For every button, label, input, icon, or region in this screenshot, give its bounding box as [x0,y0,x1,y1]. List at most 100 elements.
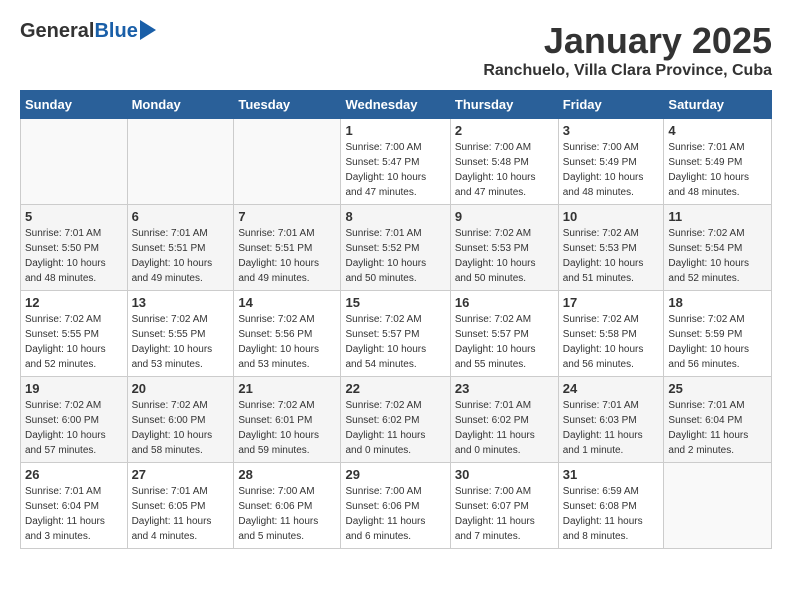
day-number: 28 [238,467,336,482]
calendar-week-row: 1 Sunrise: 7:00 AM Sunset: 5:47 PM Daylig… [21,119,772,205]
calendar-cell: 30Sunrise: 7:00 AM Sunset: 6:07 PM Dayli… [450,463,558,549]
day-number: 10 [563,209,660,224]
day-number: 2 [455,123,554,138]
calendar-cell: 19 Sunrise: 7:02 AM Sunset: 6:00 PM Dayli… [21,377,128,463]
calendar-cell: 8 Sunrise: 7:01 AM Sunset: 5:52 PM Daylig… [341,205,450,291]
day-info: Sunrise: 7:02 AM Sunset: 6:01 PM Dayligh… [238,398,336,458]
weekday-header-sunday: Sunday [21,91,128,119]
day-number: 29 [345,467,445,482]
day-info: Sunrise: 7:02 AM Sunset: 5:53 PM Dayligh… [455,226,554,286]
day-number: 7 [238,209,336,224]
calendar-cell: 29 Sunrise: 7:00 AM Sunset: 6:06 PM Dayli… [341,463,450,549]
calendar-cell: 2 Sunrise: 7:00 AM Sunset: 5:48 PM Daylig… [450,119,558,205]
calendar-cell: 14 Sunrise: 7:02 AM Sunset: 5:56 PM Dayli… [234,291,341,377]
day-number: 27 [132,467,230,482]
calendar-cell: 15 Sunrise: 7:02 AM Sunset: 5:57 PM Dayli… [341,291,450,377]
day-info: Sunrise: 7:00 AM Sunset: 6:06 PM Dayligh… [238,484,336,544]
page-header: General Blue January 2025 Ranchuelo, Vil… [20,20,772,80]
calendar-cell: 1 Sunrise: 7:00 AM Sunset: 5:47 PM Daylig… [341,119,450,205]
calendar-week-row: 5Sunrise: 7:01 AM Sunset: 5:50 PM Daylig… [21,205,772,291]
day-number: 19 [25,381,123,396]
calendar-cell: 27 Sunrise: 7:01 AM Sunset: 6:05 PM Dayli… [127,463,234,549]
day-number: 31 [563,467,660,482]
day-number: 3 [563,123,660,138]
calendar-cell: 4 Sunrise: 7:01 AM Sunset: 5:49 PM Daylig… [664,119,772,205]
day-number: 11 [668,209,767,224]
day-number: 24 [563,381,660,396]
logo-arrow-icon [140,20,156,40]
day-number: 14 [238,295,336,310]
day-info: Sunrise: 7:02 AM Sunset: 5:59 PM Dayligh… [668,312,767,372]
day-info: Sunrise: 7:02 AM Sunset: 5:58 PM Dayligh… [563,312,660,372]
calendar-cell: 23Sunrise: 7:01 AM Sunset: 6:02 PM Dayli… [450,377,558,463]
calendar-cell: 6Sunrise: 7:01 AM Sunset: 5:51 PM Daylig… [127,205,234,291]
location-subtitle: Ranchuelo, Villa Clara Province, Cuba [483,62,772,80]
day-number: 22 [345,381,445,396]
day-number: 26 [25,467,123,482]
calendar-cell: 13 Sunrise: 7:02 AM Sunset: 5:55 PM Dayli… [127,291,234,377]
day-number: 20 [132,381,230,396]
day-info: Sunrise: 7:02 AM Sunset: 6:00 PM Dayligh… [25,398,123,458]
calendar-cell: 25 Sunrise: 7:01 AM Sunset: 6:04 PM Dayli… [664,377,772,463]
weekday-header-row: SundayMondayTuesdayWednesdayThursdayFrid… [21,91,772,119]
logo-blue-text: Blue [94,20,137,43]
day-number: 12 [25,295,123,310]
day-info: Sunrise: 7:02 AM Sunset: 5:57 PM Dayligh… [345,312,445,372]
calendar-cell: 7Sunrise: 7:01 AM Sunset: 5:51 PM Daylig… [234,205,341,291]
calendar-cell: 9 Sunrise: 7:02 AM Sunset: 5:53 PM Daylig… [450,205,558,291]
day-info: Sunrise: 7:02 AM Sunset: 5:55 PM Dayligh… [132,312,230,372]
calendar-cell [21,119,128,205]
day-info: Sunrise: 7:01 AM Sunset: 5:49 PM Dayligh… [668,140,767,200]
calendar-cell: 10 Sunrise: 7:02 AM Sunset: 5:53 PM Dayli… [558,205,664,291]
day-info: Sunrise: 6:59 AM Sunset: 6:08 PM Dayligh… [563,484,660,544]
calendar-cell: 18 Sunrise: 7:02 AM Sunset: 5:59 PM Dayli… [664,291,772,377]
calendar-cell [127,119,234,205]
calendar-cell: 20 Sunrise: 7:02 AM Sunset: 6:00 PM Dayli… [127,377,234,463]
day-number: 23 [455,381,554,396]
day-number: 15 [345,295,445,310]
calendar-cell: 3 Sunrise: 7:00 AM Sunset: 5:49 PM Daylig… [558,119,664,205]
weekday-header-tuesday: Tuesday [234,91,341,119]
calendar-cell: 16Sunrise: 7:02 AM Sunset: 5:57 PM Dayli… [450,291,558,377]
day-number: 17 [563,295,660,310]
calendar-cell: 24Sunrise: 7:01 AM Sunset: 6:03 PM Dayli… [558,377,664,463]
weekday-header-saturday: Saturday [664,91,772,119]
day-info: Sunrise: 7:01 AM Sunset: 6:04 PM Dayligh… [668,398,767,458]
calendar-week-row: 26 Sunrise: 7:01 AM Sunset: 6:04 PM Dayli… [21,463,772,549]
logo: General Blue [20,20,156,43]
calendar-cell: 28 Sunrise: 7:00 AM Sunset: 6:06 PM Dayli… [234,463,341,549]
weekday-header-monday: Monday [127,91,234,119]
day-number: 21 [238,381,336,396]
day-info: Sunrise: 7:00 AM Sunset: 6:06 PM Dayligh… [345,484,445,544]
weekday-header-wednesday: Wednesday [341,91,450,119]
day-number: 18 [668,295,767,310]
day-info: Sunrise: 7:02 AM Sunset: 5:53 PM Dayligh… [563,226,660,286]
calendar-cell: 11Sunrise: 7:02 AM Sunset: 5:54 PM Dayli… [664,205,772,291]
day-info: Sunrise: 7:02 AM Sunset: 6:00 PM Dayligh… [132,398,230,458]
day-info: Sunrise: 7:01 AM Sunset: 6:04 PM Dayligh… [25,484,123,544]
day-info: Sunrise: 7:02 AM Sunset: 5:56 PM Dayligh… [238,312,336,372]
day-info: Sunrise: 7:02 AM Sunset: 5:55 PM Dayligh… [25,312,123,372]
weekday-header-friday: Friday [558,91,664,119]
day-number: 4 [668,123,767,138]
calendar-cell: 17 Sunrise: 7:02 AM Sunset: 5:58 PM Dayli… [558,291,664,377]
day-info: Sunrise: 7:00 AM Sunset: 5:49 PM Dayligh… [563,140,660,200]
calendar-cell [664,463,772,549]
day-info: Sunrise: 7:00 AM Sunset: 5:48 PM Dayligh… [455,140,554,200]
day-info: Sunrise: 7:02 AM Sunset: 6:02 PM Dayligh… [345,398,445,458]
day-number: 13 [132,295,230,310]
day-number: 1 [345,123,445,138]
day-info: Sunrise: 7:00 AM Sunset: 5:47 PM Dayligh… [345,140,445,200]
day-number: 5 [25,209,123,224]
day-number: 25 [668,381,767,396]
day-number: 30 [455,467,554,482]
day-number: 6 [132,209,230,224]
day-info: Sunrise: 7:01 AM Sunset: 6:05 PM Dayligh… [132,484,230,544]
calendar-cell: 22 Sunrise: 7:02 AM Sunset: 6:02 PM Dayli… [341,377,450,463]
weekday-header-thursday: Thursday [450,91,558,119]
day-info: Sunrise: 7:01 AM Sunset: 5:52 PM Dayligh… [345,226,445,286]
day-number: 9 [455,209,554,224]
calendar-week-row: 19 Sunrise: 7:02 AM Sunset: 6:00 PM Dayli… [21,377,772,463]
calendar-cell: 12 Sunrise: 7:02 AM Sunset: 5:55 PM Dayli… [21,291,128,377]
day-number: 8 [345,209,445,224]
